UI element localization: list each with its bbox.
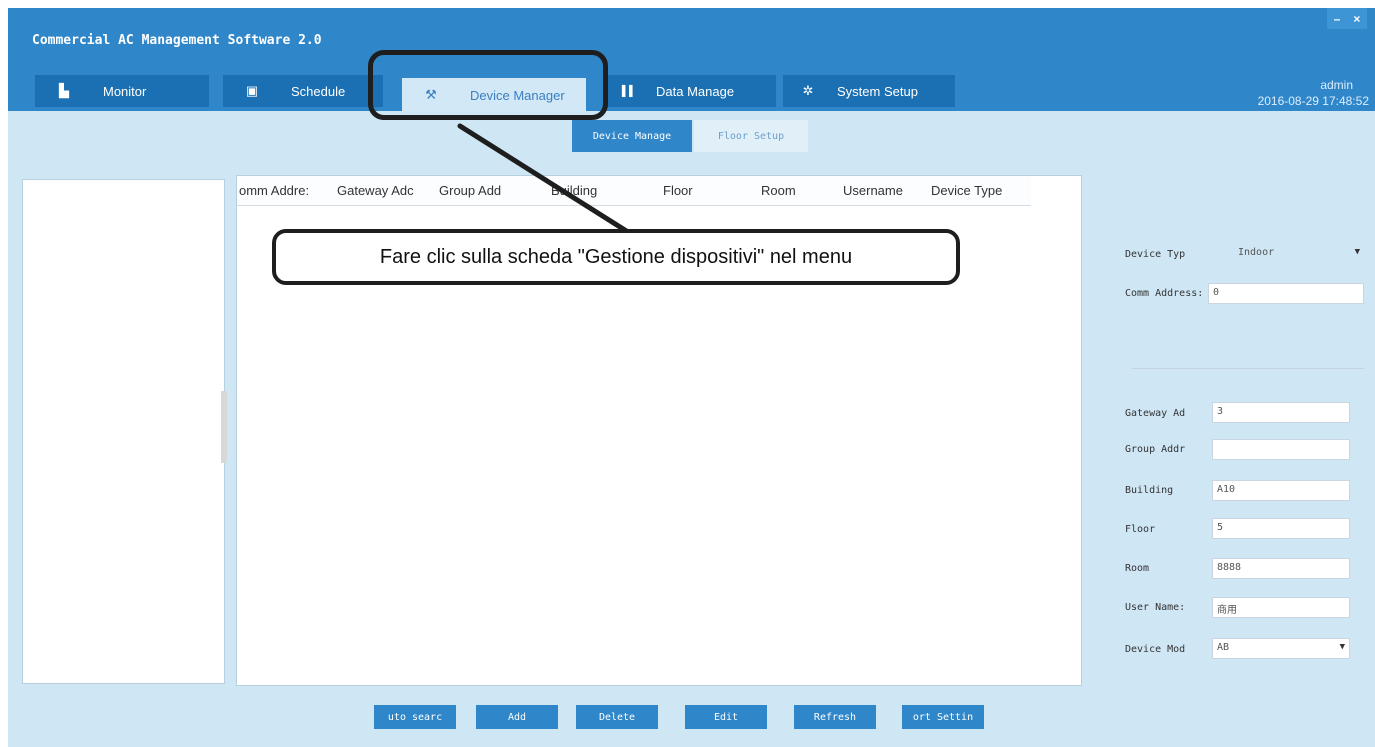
- app-title: Commercial AC Management Software 2.0: [32, 33, 322, 48]
- device-type-select[interactable]: Indoor ▼: [1234, 244, 1364, 265]
- tab-label: System Setup: [837, 83, 918, 99]
- tab-monitor[interactable]: ▙ Monitor: [35, 75, 209, 107]
- room-field[interactable]: 8888: [1212, 558, 1350, 579]
- device-type-value: Indoor: [1238, 247, 1275, 258]
- device-manager-highlight: [368, 50, 608, 120]
- add-button[interactable]: Add: [476, 705, 558, 729]
- bar-chart-icon: ▌▌: [621, 85, 637, 97]
- chevron-down-icon: ▼: [1339, 642, 1345, 652]
- tab-label: Monitor: [103, 83, 147, 99]
- monitor-icon: ▙: [59, 83, 69, 98]
- device-model-label: Device Mod: [1125, 644, 1186, 655]
- building-field[interactable]: A10: [1212, 480, 1350, 501]
- device-type-label: Device Typ: [1125, 249, 1186, 260]
- delete-button[interactable]: Delete: [576, 705, 658, 729]
- tab-schedule[interactable]: ▣ Schedule: [223, 75, 383, 107]
- table-header: omm Addre: Gateway Adc Group Add Buildin…: [237, 176, 1031, 206]
- minimize-button[interactable]: –: [1334, 12, 1341, 26]
- app-window: Commercial AC Management Software 2.0 – …: [8, 8, 1375, 747]
- device-model-value: AB: [1217, 642, 1230, 653]
- column-header-building[interactable]: Building: [551, 183, 633, 198]
- auto-search-button[interactable]: uto searc: [374, 705, 456, 729]
- window-controls: – ×: [1327, 8, 1367, 29]
- current-user: admin: [1320, 78, 1353, 92]
- column-header-group-address[interactable]: Group Add: [439, 183, 531, 198]
- chevron-down-icon: ▼: [1354, 247, 1360, 257]
- comm-address-field[interactable]: 0: [1208, 283, 1364, 304]
- user-name-label: User Name:: [1125, 602, 1186, 613]
- group-address-label: Group Addr: [1125, 444, 1186, 455]
- gear-icon: ✲: [802, 83, 814, 98]
- column-header-username[interactable]: Username: [843, 183, 929, 198]
- clock: 2016-08-29 17:48:52: [1257, 94, 1369, 108]
- group-address-field[interactable]: [1212, 439, 1350, 460]
- building-label: Building: [1125, 485, 1174, 496]
- port-setting-button[interactable]: ort Settin: [902, 705, 984, 729]
- close-button[interactable]: ×: [1353, 12, 1360, 26]
- tab-label: Schedule: [291, 83, 346, 99]
- device-tree-panel[interactable]: [22, 179, 225, 684]
- refresh-button[interactable]: Refresh: [794, 705, 876, 729]
- column-header-floor[interactable]: Floor: [663, 183, 723, 198]
- floor-field[interactable]: 5: [1212, 518, 1350, 539]
- column-header-device-type[interactable]: Device Type: [931, 183, 1027, 198]
- gateway-address-field[interactable]: 3: [1212, 402, 1350, 423]
- tab-data-manage[interactable]: ▌▌ Data Manage: [606, 75, 776, 107]
- subtab-device-manage[interactable]: Device Manage: [572, 120, 692, 152]
- instruction-callout: Fare clic sulla scheda "Gestione disposi…: [272, 229, 960, 285]
- user-name-field[interactable]: 商用: [1212, 597, 1350, 618]
- calendar-icon: ▣: [245, 83, 259, 98]
- tab-system-setup[interactable]: ✲ System Setup: [783, 75, 955, 107]
- column-header-gateway-address[interactable]: Gateway Adc: [337, 183, 433, 198]
- column-header-room[interactable]: Room: [761, 183, 821, 198]
- device-model-select[interactable]: AB ▼: [1212, 638, 1350, 659]
- gateway-address-label: Gateway Ad: [1125, 408, 1186, 419]
- subtab-floor-setup[interactable]: Floor Setup: [694, 120, 808, 152]
- edit-button[interactable]: Edit: [685, 705, 767, 729]
- floor-label: Floor: [1125, 524, 1156, 535]
- panel-splitter[interactable]: [221, 391, 227, 463]
- room-label: Room: [1125, 563, 1150, 574]
- tab-label: Data Manage: [656, 83, 735, 99]
- comm-address-label: Comm Address:: [1125, 288, 1204, 299]
- column-header-comm-address[interactable]: omm Addre:: [239, 183, 335, 198]
- form-divider: [1132, 368, 1364, 369]
